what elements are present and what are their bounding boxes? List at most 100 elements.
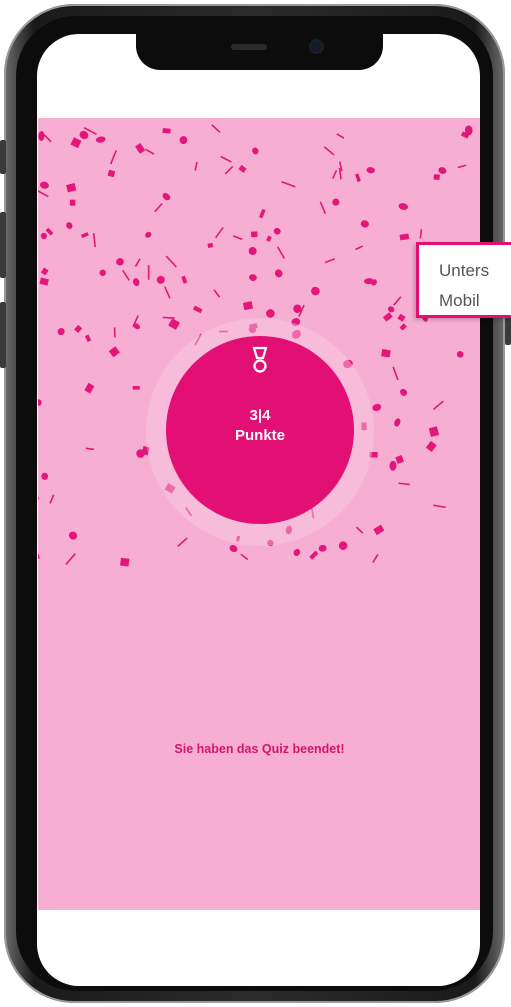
confetti-piece (309, 550, 319, 560)
confetti-piece (154, 202, 163, 213)
confetti-piece (433, 504, 446, 509)
confetti-piece (38, 488, 40, 500)
confetti-piece (165, 255, 177, 268)
confetti-piece (41, 472, 49, 480)
confetti-piece (74, 324, 83, 333)
confetti-piece (116, 258, 124, 266)
confetti-piece (432, 400, 444, 411)
confetti-piece (38, 131, 45, 141)
confetti-piece (79, 130, 89, 140)
confetti-piece (220, 155, 232, 163)
confetti-piece (457, 164, 467, 169)
confetti-piece (324, 258, 336, 264)
confetti-piece (372, 553, 379, 563)
confetti-piece (425, 440, 437, 453)
confetti-piece (108, 346, 120, 358)
confetti-piece (122, 269, 130, 281)
confetti-piece (224, 165, 234, 175)
phone-screen: 3|4 Punkte Sie haben das Quiz beendet! (37, 34, 480, 986)
confetti-piece (39, 181, 49, 189)
confetti-piece (366, 167, 375, 174)
score-display: 3|4 Punkte (166, 406, 354, 446)
confetti-piece (273, 227, 281, 235)
confetti-piece (211, 124, 221, 133)
confetti-piece (258, 208, 266, 219)
confetti-piece (332, 198, 340, 206)
confetti-piece (323, 146, 335, 156)
quiz-finished-message: Sie haben das Quiz beendet! (174, 742, 345, 756)
confetti-piece (145, 231, 152, 238)
confetti-piece (120, 557, 130, 567)
confetti-piece (92, 233, 97, 248)
confetti-piece (163, 286, 171, 299)
confetti-piece (252, 147, 259, 155)
confetti-piece (400, 388, 408, 396)
confetti-piece (38, 189, 49, 198)
confetti-piece (240, 553, 249, 561)
volume-up-button (0, 212, 6, 278)
score-unit-label: Punkte (234, 427, 285, 444)
confetti-piece (40, 232, 48, 240)
confetti-piece (389, 460, 397, 471)
volume-down-button (0, 302, 6, 368)
confetti-piece (381, 348, 391, 358)
confetti-piece (281, 180, 296, 188)
confetti-piece (69, 199, 76, 206)
confetti-piece (107, 169, 116, 178)
confetti-piece (135, 142, 146, 154)
confetti-piece (332, 169, 338, 179)
confetti-piece (395, 454, 405, 465)
confetti-piece (177, 537, 188, 547)
notch (136, 34, 383, 70)
confetti-piece (319, 201, 327, 215)
confetti-piece (85, 447, 94, 451)
confetti-piece (355, 245, 364, 251)
confetti-piece (192, 305, 203, 314)
confetti-piece (132, 278, 140, 287)
confetti-piece (232, 235, 243, 241)
quiz-result-panel: 3|4 Punkte Sie haben das Quiz beendet! (38, 118, 480, 910)
info-tooltip[interactable]: Unters Mobil (416, 242, 511, 318)
confetti-piece (40, 267, 49, 276)
confetti-piece (277, 246, 286, 259)
confetti-piece (162, 128, 171, 134)
confetti-piece (382, 312, 393, 322)
confetti-piece (179, 136, 188, 145)
confetti-piece (249, 274, 257, 281)
confetti-piece (213, 289, 221, 298)
confetti-piece (57, 328, 65, 336)
confetti-piece (373, 524, 385, 536)
confetti-piece (49, 494, 55, 504)
confetti-piece (181, 275, 188, 284)
confetti-piece (397, 313, 406, 322)
confetti-piece (68, 531, 78, 540)
confetti-piece (428, 426, 440, 437)
confetti-piece (99, 269, 106, 276)
confetti-piece (38, 399, 42, 406)
confetti-piece (84, 382, 95, 394)
confetti-piece (66, 182, 77, 193)
confetti-piece (242, 301, 254, 311)
confetti-piece (398, 482, 410, 486)
confetti-piece (372, 403, 382, 412)
confetti-piece (39, 277, 49, 286)
confetti-piece (311, 286, 320, 296)
confetti-piece (229, 544, 238, 553)
confetti-piece (388, 306, 395, 313)
confetti-piece (360, 220, 369, 228)
confetti-piece (266, 309, 275, 318)
silent-switch (0, 140, 6, 174)
confetti-piece (95, 136, 106, 143)
confetti-piece (394, 418, 401, 427)
confetti-piece (38, 554, 40, 560)
confetti-piece (43, 134, 52, 143)
confetti-piece (293, 548, 301, 557)
confetti-piece (356, 526, 364, 534)
confetti-piece (66, 222, 73, 230)
confetti-piece (266, 235, 272, 242)
confetti-piece (145, 148, 155, 155)
confetti-piece (248, 247, 257, 256)
confetti-piece (355, 173, 361, 183)
score-value: 3|4 (249, 407, 271, 424)
confetti-piece (207, 242, 214, 249)
